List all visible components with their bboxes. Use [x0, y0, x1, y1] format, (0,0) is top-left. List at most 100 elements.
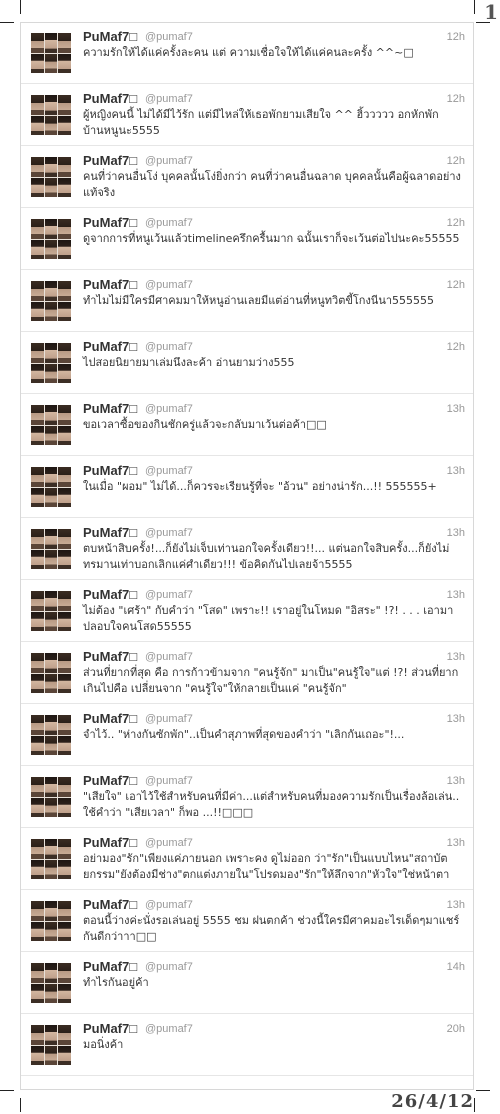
tweet-text: ทำไรกันอยู่ค้า [83, 976, 149, 989]
tweet-author-name[interactable]: PuMaf7□ [83, 401, 137, 416]
tweet-timestamp[interactable]: 12h [447, 31, 465, 43]
tweet-author-handle[interactable]: @pumaf7 [145, 155, 193, 167]
tweet-item[interactable]: PuMaf7□ @pumaf7 13h ไม่ต้อง "เศร้า" กับคำว่… [21, 581, 473, 642]
tweet-text: จำไว้.. "ห่างกันซักพัก"..เป็นคำสุภาพที่ส… [83, 728, 405, 741]
tweet-item[interactable]: PuMaf7□ @pumaf7 12h คนที่ว่าคนอื่นโง่ บุคคล… [21, 147, 473, 208]
tweet-item[interactable]: PuMaf7□ @pumaf7 13h ในเมื่อ "ผอม" ไม่ได้...… [21, 457, 473, 518]
tweet-author-name[interactable]: PuMaf7□ [83, 339, 137, 354]
tweet-author-name[interactable]: PuMaf7□ [83, 711, 137, 726]
avatar[interactable] [31, 1025, 71, 1065]
crop-mark [0, 1090, 14, 1091]
tweet-author-handle[interactable]: @pumaf7 [145, 589, 193, 601]
tweet-item[interactable]: PuMaf7□ @pumaf7 13h อย่ามอง"รัก"เพียงแค่ภาย… [21, 829, 473, 890]
tweet-item[interactable]: PuMaf7□ @pumaf7 13h ตบหน้าสิบครั้ง!...ก็ยัง… [21, 519, 473, 580]
tweet-author-name[interactable]: PuMaf7□ [83, 1021, 137, 1036]
tweet-item[interactable]: PuMaf7□ @pumaf7 13h ขอเวลาซื้อของกินชักครู่… [21, 395, 473, 456]
tweet-item[interactable]: PuMaf7□ @pumaf7 12h ความรักให้ได้แค่ครั้งละ… [21, 23, 473, 84]
avatar[interactable] [31, 467, 71, 507]
tweet-author-handle[interactable]: @pumaf7 [145, 651, 193, 663]
tweet-author-name[interactable]: PuMaf7□ [83, 463, 137, 478]
tweet-timestamp[interactable]: 12h [447, 93, 465, 105]
tweet-author-handle[interactable]: @pumaf7 [145, 1023, 193, 1035]
tweet-timestamp[interactable]: 13h [447, 713, 465, 725]
tweet-text: ในเมื่อ "ผอม" ไม่ได้...ก็ควรจะเรียนรู้ที… [83, 480, 437, 493]
avatar[interactable] [31, 95, 71, 135]
tweet-timestamp[interactable]: 14h [447, 961, 465, 973]
avatar[interactable] [31, 529, 71, 569]
tweet-text: ความรักให้ได้แค่ครั้งละคน แต่ ความเชื่อใ… [83, 46, 414, 59]
avatar[interactable] [31, 33, 71, 73]
avatar[interactable] [31, 219, 71, 259]
tweet-timestamp[interactable]: 13h [447, 403, 465, 415]
tweet-timestamp[interactable]: 13h [447, 899, 465, 911]
tweet-author-handle[interactable]: @pumaf7 [145, 403, 193, 415]
avatar[interactable] [31, 777, 71, 817]
tweet-item[interactable]: PuMaf7□ @pumaf7 13h จำไว้.. "ห่างกันซักพัก"… [21, 705, 473, 766]
tweet-author-handle[interactable]: @pumaf7 [145, 341, 193, 353]
tweet-author-handle[interactable]: @pumaf7 [145, 527, 193, 539]
tweet-text: มอนิ่งค้า [83, 1038, 124, 1051]
avatar[interactable] [31, 343, 71, 383]
tweet-author-handle[interactable]: @pumaf7 [145, 837, 193, 849]
tweet-timestamp[interactable]: 13h [447, 465, 465, 477]
tweet-author-name[interactable]: PuMaf7□ [83, 277, 137, 292]
tweet-text: ตอนนี้ว่างค่ะนั่งรอเล่นอยู่ 5555 ชม ฝนตก… [83, 914, 460, 943]
avatar[interactable] [31, 715, 71, 755]
tweet-author-name[interactable]: PuMaf7□ [83, 215, 137, 230]
tweet-item[interactable]: PuMaf7□ @pumaf7 20h มอนิ่งค้า [21, 1015, 473, 1076]
tweet-timestamp[interactable]: 13h [447, 837, 465, 849]
tweet-author-name[interactable]: PuMaf7□ [83, 649, 137, 664]
tweet-author-name[interactable]: PuMaf7□ [83, 959, 137, 974]
tweet-author-handle[interactable]: @pumaf7 [145, 961, 193, 973]
crop-mark [20, 0, 21, 14]
tweet-item[interactable]: PuMaf7□ @pumaf7 14h ทำไรกันอยู่ค้า [21, 953, 473, 1014]
tweet-item[interactable]: PuMaf7□ @pumaf7 12h ไปสอยนิยายมาเล่มนึงละค้… [21, 333, 473, 394]
tweet-author-handle[interactable]: @pumaf7 [145, 713, 193, 725]
tweet-item[interactable]: PuMaf7□ @pumaf7 12h ผู้หญิงคนนี้ ไม่ได้มีไว… [21, 85, 473, 146]
tweet-item[interactable]: PuMaf7□ @pumaf7 13h ส่วนที่ยากที่สุด คือ กา… [21, 643, 473, 704]
tweet-author-name[interactable]: PuMaf7□ [83, 525, 137, 540]
tweet-text: "เสียใจ" เอาไว้ใช้สำหรับคนที่มีค่า...แต่… [83, 790, 460, 819]
tweet-item[interactable]: PuMaf7□ @pumaf7 13h "เสียใจ" เอาไว้ใช้สำหรั… [21, 767, 473, 828]
tweet-timestamp[interactable]: 12h [447, 279, 465, 291]
avatar[interactable] [31, 591, 71, 631]
tweet-author-handle[interactable]: @pumaf7 [145, 93, 193, 105]
avatar[interactable] [31, 839, 71, 879]
tweet-timestamp[interactable]: 12h [447, 155, 465, 167]
tweet-author-handle[interactable]: @pumaf7 [145, 217, 193, 229]
tweet-text: ส่วนที่ยากที่สุด คือ การก้าวข้ามจาก "คนร… [83, 666, 459, 695]
tweet-text: อย่ามอง"รัก"เพียงแค่ภายนอก เพราะคง ดูไม่… [83, 852, 450, 881]
avatar[interactable] [31, 653, 71, 693]
tweet-timestamp[interactable]: 13h [447, 527, 465, 539]
avatar[interactable] [31, 281, 71, 321]
tweet-item[interactable]: PuMaf7□ @pumaf7 12h ดูจากการที่หนูเว้นแล้วt… [21, 209, 473, 270]
avatar[interactable] [31, 157, 71, 197]
tweet-author-handle[interactable]: @pumaf7 [145, 899, 193, 911]
tweet-author-name[interactable]: PuMaf7□ [83, 587, 137, 602]
tweet-author-name[interactable]: PuMaf7□ [83, 773, 137, 788]
tweet-timestamp[interactable]: 13h [447, 651, 465, 663]
tweet-timestamp[interactable]: 13h [447, 589, 465, 601]
avatar[interactable] [31, 901, 71, 941]
tweet-author-handle[interactable]: @pumaf7 [145, 31, 193, 43]
tweet-author-handle[interactable]: @pumaf7 [145, 775, 193, 787]
tweet-text: ไปสอยนิยายมาเล่มนึงละค้า อ่านยามว่าง555 [83, 356, 295, 369]
tweet-timestamp[interactable]: 20h [447, 1023, 465, 1035]
avatar[interactable] [31, 405, 71, 445]
tweet-timestamp[interactable]: 12h [447, 341, 465, 353]
tweet-author-name[interactable]: PuMaf7□ [83, 897, 137, 912]
tweet-item[interactable]: PuMaf7□ @pumaf7 13h ตอนนี้ว่างค่ะนั่งรอเล่น… [21, 891, 473, 952]
tweet-author-handle[interactable]: @pumaf7 [145, 465, 193, 477]
tweet-author-name[interactable]: PuMaf7□ [83, 29, 137, 44]
tweet-text: ขอเวลาซื้อของกินชักครู่แล้วจะกลับมาเว้นต… [83, 418, 327, 431]
date-stamp: 26/4/12 [391, 1091, 474, 1112]
tweet-timestamp[interactable]: 12h [447, 217, 465, 229]
tweet-item[interactable]: PuMaf7□ @pumaf7 12h ทำไมไม่มีใครมีศาคมมาให้… [21, 271, 473, 332]
tweet-text: ดูจากการที่หนูเว้นแล้วtimelineครึกครื้นม… [83, 232, 460, 245]
avatar[interactable] [31, 963, 71, 1003]
tweet-author-name[interactable]: PuMaf7□ [83, 153, 137, 168]
tweet-timestamp[interactable]: 13h [447, 775, 465, 787]
tweet-author-name[interactable]: PuMaf7□ [83, 91, 137, 106]
tweet-author-name[interactable]: PuMaf7□ [83, 835, 137, 850]
tweet-author-handle[interactable]: @pumaf7 [145, 279, 193, 291]
